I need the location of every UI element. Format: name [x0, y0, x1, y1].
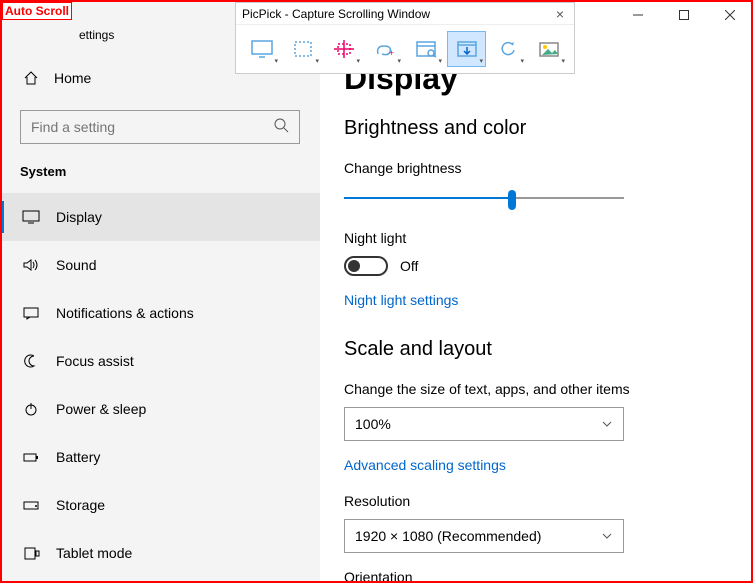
pp-image-tool[interactable]: ▾ [529, 31, 568, 67]
window-controls [615, 0, 753, 30]
chevron-down-icon [601, 418, 613, 430]
sound-icon [20, 258, 42, 272]
scale-heading: Scale and layout [344, 338, 753, 361]
sidebar-item-focus-assist[interactable]: Focus assist [0, 337, 320, 385]
scale-dropdown[interactable]: 100% [344, 407, 624, 441]
toggle-state-label: Off [400, 258, 418, 274]
scale-value: 100% [355, 416, 391, 432]
sidebar-item-label: Power & sleep [56, 401, 146, 417]
search-icon [273, 117, 289, 138]
chevron-down-icon [601, 530, 613, 542]
sidebar-item-label: Sound [56, 257, 96, 273]
content-panel: Display Brightness and color Change brig… [320, 0, 753, 583]
home-icon [20, 70, 42, 86]
slider-thumb[interactable] [508, 190, 516, 210]
home-label: Home [54, 70, 91, 86]
pp-repeat-tool[interactable]: ▾ [488, 31, 527, 67]
sidebar-item-label: Notifications & actions [56, 305, 194, 321]
search-input[interactable] [31, 119, 273, 135]
pp-fixed-region-tool[interactable]: ▾ [324, 31, 363, 67]
night-light-settings-link[interactable]: Night light settings [344, 292, 458, 308]
svg-text:+: + [389, 48, 394, 58]
pp-fullscreen-tool[interactable]: ▾ [242, 31, 281, 67]
pp-freehand-tool[interactable]: +▾ [365, 31, 404, 67]
maximize-button[interactable] [661, 0, 707, 30]
sidebar-item-power-sleep[interactable]: Power & sleep [0, 385, 320, 433]
display-icon [20, 210, 42, 224]
brightness-slider[interactable] [344, 186, 624, 210]
sidebar-item-tablet-mode[interactable]: Tablet mode [0, 529, 320, 577]
battery-icon [20, 450, 42, 464]
sidebar-item-label: Battery [56, 449, 100, 465]
sidebar-item-label: Tablet mode [56, 545, 132, 561]
brightness-heading: Brightness and color [344, 117, 753, 140]
sidebar-item-display[interactable]: Display [0, 193, 320, 241]
sidebar-item-label: Storage [56, 497, 105, 513]
sidebar: ettings Home System Display Sound Notifi… [0, 0, 320, 583]
tablet-icon [20, 546, 42, 560]
search-input-box[interactable] [20, 110, 300, 144]
advanced-scaling-link[interactable]: Advanced scaling settings [344, 457, 506, 473]
change-brightness-label: Change brightness [344, 160, 753, 176]
picpick-toolbar: PicPick - Capture Scrolling Window × ▾ ▾… [235, 2, 575, 74]
minimize-button[interactable] [615, 0, 661, 30]
sidebar-item-battery[interactable]: Battery [0, 433, 320, 481]
night-light-toggle[interactable] [344, 256, 388, 276]
resolution-dropdown[interactable]: 1920 × 1080 (Recommended) [344, 519, 624, 553]
pp-window-tool[interactable]: ▾ [406, 31, 445, 67]
sidebar-item-label: Focus assist [56, 353, 134, 369]
pp-scrolling-window-tool[interactable]: ▾ [447, 31, 486, 67]
sidebar-item-sound[interactable]: Sound [0, 241, 320, 289]
notifications-icon [20, 306, 42, 320]
sidebar-item-notifications[interactable]: Notifications & actions [0, 289, 320, 337]
sidebar-item-label: Display [56, 209, 102, 225]
picpick-title: PicPick - Capture Scrolling Window [242, 7, 552, 21]
auto-scroll-overlay-label: Auto Scroll [2, 2, 72, 20]
storage-icon [20, 498, 42, 512]
orientation-label: Orientation [344, 569, 753, 583]
resolution-label: Resolution [344, 493, 753, 509]
focus-assist-icon [20, 354, 42, 368]
text-size-label: Change the size of text, apps, and other… [344, 381, 753, 397]
sidebar-item-storage[interactable]: Storage [0, 481, 320, 529]
picpick-close-button[interactable]: × [552, 6, 568, 22]
sidebar-section-title: System [0, 164, 320, 193]
pp-region-tool[interactable]: ▾ [283, 31, 322, 67]
close-button[interactable] [707, 0, 753, 30]
night-light-label: Night light [344, 230, 753, 246]
resolution-value: 1920 × 1080 (Recommended) [355, 528, 541, 544]
power-icon [20, 402, 42, 416]
